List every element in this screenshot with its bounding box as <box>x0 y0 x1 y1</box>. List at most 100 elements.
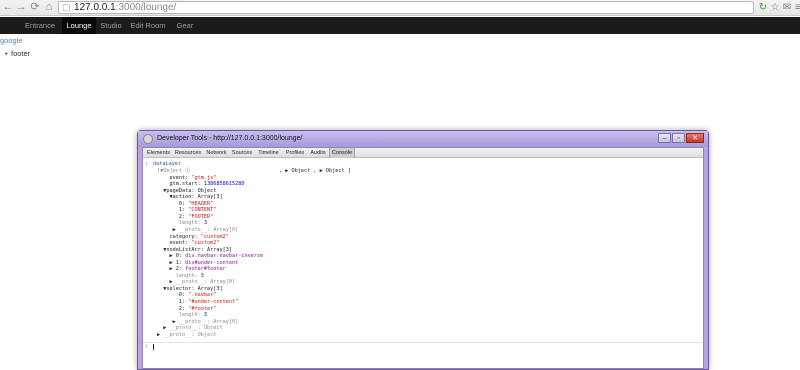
console-token: 3 <box>203 220 207 227</box>
console-line[interactable]: ▶ 1: div#under-content <box>157 260 238 266</box>
devtools-panel: Elements Resources Network Sources Timel… <box>142 147 704 369</box>
console-line[interactable]: length: 3 <box>157 220 207 226</box>
console-line[interactable]: ▶ __proto__: Object <box>157 325 222 332</box>
url-host: 127.0.0.1 <box>74 2 116 13</box>
console-input-cursor[interactable] <box>153 344 154 350</box>
console-token: category: <box>157 233 201 240</box>
list-item-label: footer <box>11 49 31 58</box>
console-line[interactable]: ▼nodeListArr: Array[3] <box>157 247 232 253</box>
page-info-icon[interactable]: ▢ <box>62 2 71 13</box>
console-line[interactable]: ▶ __proto__: Array[0] <box>157 279 235 285</box>
app-navbar: Entrance Lounge Studio Edit Room Gear <box>0 17 800 34</box>
tab-resources[interactable]: Resources <box>173 148 203 158</box>
console-line[interactable]: 1: "#under-content" <box>157 299 238 305</box>
console-token: 2: <box>157 305 189 312</box>
console-line[interactable]: 0: ".navbar" <box>157 292 216 298</box>
console-line[interactable]: 2: "FOOTER" <box>157 214 213 220</box>
console-line[interactable]: 1: "CONTENT" <box>157 207 216 213</box>
google-link[interactable]: google <box>0 36 23 45</box>
nav-item-entrance[interactable]: Entrance <box>18 17 62 34</box>
console-token: ▶ 0: <box>157 253 186 260</box>
menu-wrench-icon[interactable]: ≡ <box>792 1 800 14</box>
console-token: ▶ <box>157 325 170 332</box>
console-token: "FOOTER" <box>188 213 214 220</box>
console-output[interactable]: › dataLayer , ▶ Object , ▶ Object ] [▼Ob… <box>143 159 703 369</box>
console-token: length: <box>157 220 204 227</box>
console-token: event: <box>157 174 192 181</box>
console-prompt-icon: › <box>145 161 149 167</box>
console-token: ▼nodeListArr: Array[3] <box>157 246 232 253</box>
console-token: "custom2" <box>200 233 229 240</box>
console-line[interactable]: event: "custom2" <box>157 240 219 246</box>
console-line[interactable]: event: "gtm.js" <box>157 175 216 181</box>
extension-refresh-icon[interactable]: ↻ <box>757 1 769 14</box>
console-token: ▼pageData: Object <box>157 187 217 194</box>
console-token: "custom2" <box>191 240 220 247</box>
tab-elements[interactable]: Elements <box>145 148 172 158</box>
console-line[interactable]: 2: "#footer" <box>157 306 216 312</box>
console-line[interactable]: 0: "HEADER" <box>157 201 213 207</box>
list-item: • footer <box>5 49 30 58</box>
nav-item-studio[interactable]: Studio <box>96 17 126 34</box>
console-line[interactable]: ▼selector: Array[3] <box>157 286 222 292</box>
tab-profiles[interactable]: Profiles <box>283 148 307 158</box>
console-token: event: <box>157 240 192 247</box>
devtools-tab-bar: Elements Resources Network Sources Timel… <box>143 148 703 158</box>
console-line[interactable]: length: 3 <box>157 312 207 318</box>
console-token: length: <box>157 272 201 279</box>
nav-item-gear[interactable]: Gear <box>171 17 199 34</box>
chrome-app-icon <box>143 134 153 144</box>
console-token: ▶ <box>157 279 176 286</box>
tab-console[interactable]: Console <box>329 148 355 158</box>
tab-audits[interactable]: Audits <box>308 148 328 158</box>
console-token: __proto__: Array[0] <box>178 318 239 325</box>
devtools-title: Developer Tools - http://127.0.0.1:3000/… <box>157 135 303 142</box>
console-line[interactable]: ▶ 0: div.navbar.navbar-inverse <box>157 253 263 259</box>
console-line[interactable]: ▶ 2: footer#footer <box>157 266 226 273</box>
nav-item-edit-room[interactable]: Edit Room <box>127 17 169 34</box>
console-token: 3 <box>203 312 207 319</box>
console-token: "gtm.js" <box>191 174 217 181</box>
console-token: "#under-content" <box>188 299 239 305</box>
minimize-icon[interactable]: ‒ <box>658 133 671 143</box>
console-token: 2: <box>157 213 189 220</box>
console-line[interactable]: gtm.start: 1386858615280 <box>157 181 244 187</box>
console-input-prompt-icon: › <box>145 344 149 350</box>
back-arrow-icon[interactable]: ← <box>2 1 14 14</box>
console-line[interactable]: ▶ __proto__: Object <box>157 332 216 338</box>
tab-timeline[interactable]: Timeline <box>255 148 282 158</box>
console-token: ⓘ <box>185 168 191 174</box>
console-token: ▶ 1: <box>157 259 186 266</box>
console-token: 3 <box>200 272 204 279</box>
reload-icon[interactable]: ⟳ <box>29 1 41 14</box>
devtools-window: Developer Tools - http://127.0.0.1:3000/… <box>137 130 709 370</box>
home-icon[interactable]: ⌂ <box>43 1 55 14</box>
console-line[interactable]: ▼pageData: Object <box>157 188 216 194</box>
tab-sources[interactable]: Sources <box>230 148 254 158</box>
console-token: "HEADER" <box>188 200 214 207</box>
console-token: 1386858615280 <box>203 181 245 188</box>
devtools-titlebar[interactable]: Developer Tools - http://127.0.0.1:3000/… <box>138 131 708 147</box>
console-line[interactable]: [▼Object ⓘ <box>157 168 190 174</box>
console-token: ▶ <box>157 318 179 325</box>
bookmark-star-icon[interactable]: ☆ <box>769 1 781 14</box>
console-token: __proto__: Object <box>163 331 217 338</box>
console-divider <box>143 342 703 343</box>
maximize-icon[interactable]: ▫ <box>672 133 685 143</box>
console-token: 1: <box>157 299 189 305</box>
console-line[interactable]: length: 3 <box>157 273 204 279</box>
console-token: 0: <box>157 292 189 299</box>
console-token: footer#footer <box>185 266 226 273</box>
console-line[interactable]: ▶ __proto__: Array[0] <box>157 226 239 233</box>
close-icon[interactable]: ✕ <box>686 133 704 143</box>
console-line[interactable]: ▼action: Array[3] <box>157 194 223 201</box>
forward-arrow-icon[interactable]: → <box>15 1 27 14</box>
console-line[interactable]: ▶ __proto__: Array[0] <box>157 318 239 325</box>
nav-item-lounge[interactable]: Lounge <box>62 17 96 34</box>
console-line[interactable]: category: "custom2" <box>157 233 229 240</box>
tab-network[interactable]: Network <box>204 148 229 158</box>
address-bar[interactable]: ▢ 127.0.0.1:3000/lounge/ <box>58 1 754 14</box>
url-text[interactable]: 127.0.0.1:3000/lounge/ <box>74 2 176 13</box>
console-token: ▼action: Array[3] <box>157 194 223 201</box>
console-token: __proto__: Array[0] <box>178 226 239 233</box>
